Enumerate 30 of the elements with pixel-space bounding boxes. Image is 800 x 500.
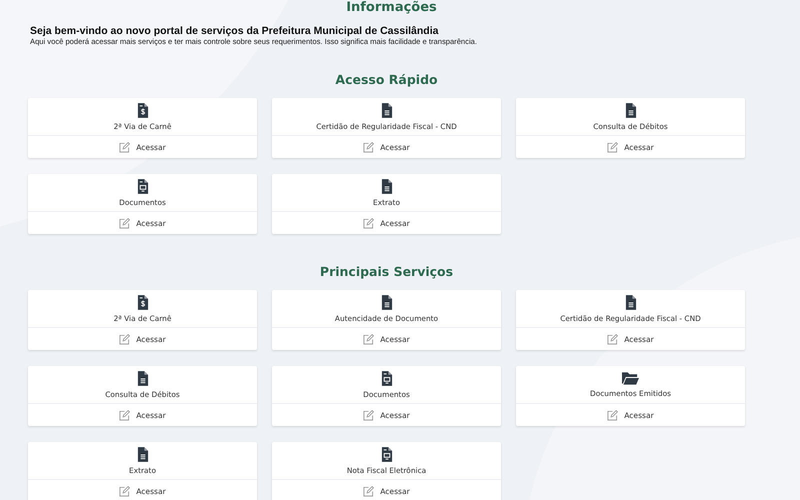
edit-icon <box>119 334 130 344</box>
edit-icon <box>119 410 130 420</box>
document-icon <box>136 447 148 462</box>
document-icon <box>624 295 636 310</box>
document-icon <box>380 179 392 194</box>
page-title: Informações <box>345 0 438 15</box>
dollar-document-icon <box>136 103 148 118</box>
document-icon <box>624 103 636 118</box>
section-title: Acesso Rápido <box>334 72 439 87</box>
edit-icon <box>363 334 374 344</box>
document-icon <box>380 295 392 310</box>
edit-icon <box>363 218 374 228</box>
edit-icon <box>363 410 374 420</box>
welcome-heading: Seja bem-vindo ao novo portal de serviços da Prefeitura Municipal de Cassilândia <box>30 25 440 37</box>
dollar-document-icon <box>136 295 148 310</box>
document-icon <box>136 371 148 386</box>
document-icon <box>380 447 392 462</box>
section-title: Principais Serviços <box>318 264 454 279</box>
edit-icon <box>363 142 374 152</box>
document-icon <box>380 371 392 386</box>
edit-icon <box>119 142 130 152</box>
document-icon <box>380 103 392 118</box>
edit-icon <box>119 218 130 228</box>
edit-icon <box>607 410 618 420</box>
document-icon <box>136 179 148 194</box>
edit-icon <box>363 486 374 496</box>
edit-icon <box>607 142 618 152</box>
folder-icon <box>622 371 639 385</box>
edit-icon <box>607 334 618 344</box>
edit-icon <box>119 486 130 496</box>
